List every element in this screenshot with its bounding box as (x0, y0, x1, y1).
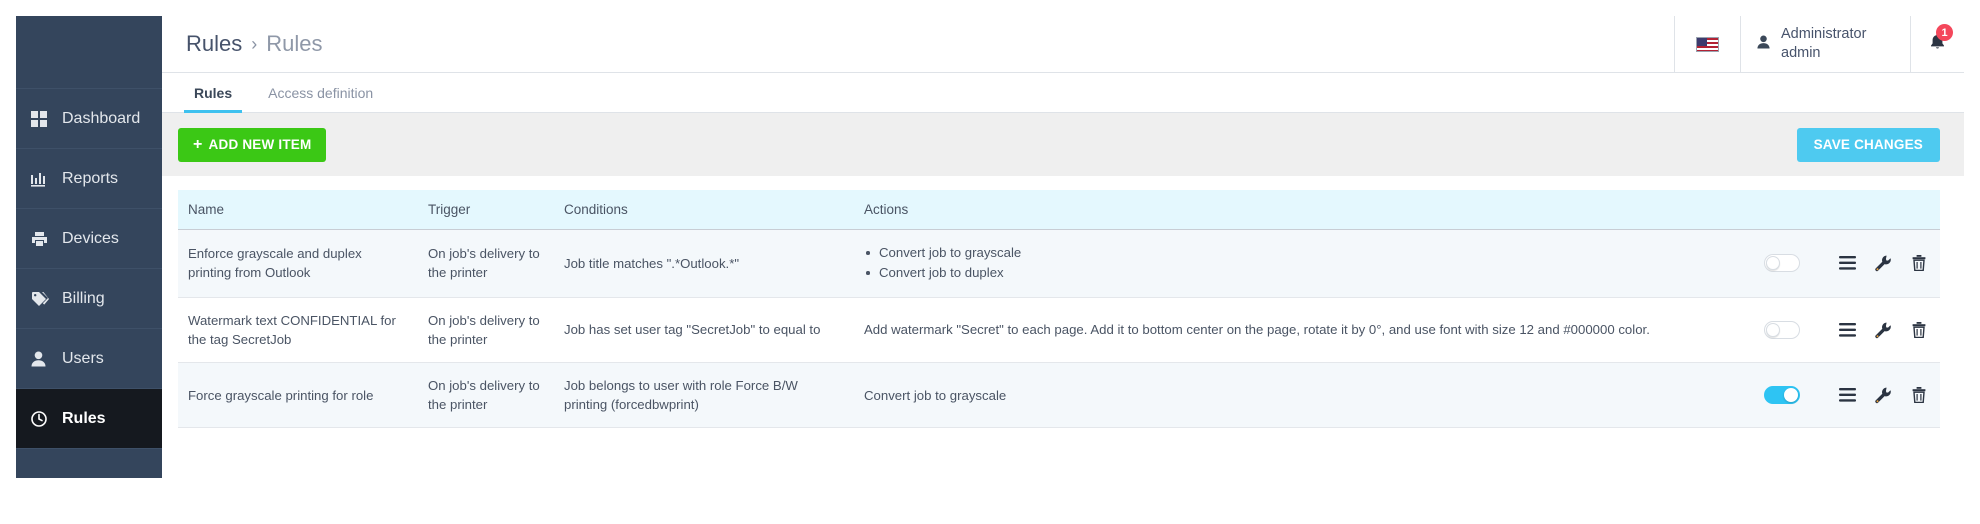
tab-rules[interactable]: Rules (176, 73, 250, 113)
chevron-right-icon: › (251, 33, 258, 54)
grid-icon (31, 110, 53, 127)
menu-icon[interactable] (1836, 252, 1858, 274)
trash-icon[interactable] (1908, 252, 1930, 274)
user-display-name: Administrator (1781, 26, 1867, 43)
sidebar: Dashboard Reports Devices Billing Users (16, 16, 162, 478)
add-new-item-button[interactable]: + ADD NEW ITEM (178, 127, 327, 162)
sidebar-item-label: Rules (62, 409, 106, 427)
table-header-row: Name Trigger Conditions Actions (178, 190, 1940, 230)
user-name: Administrator admin (1781, 25, 1866, 62)
menu-icon[interactable] (1836, 384, 1858, 406)
table-row: Watermark text CONFIDENTIAL for the tag … (178, 297, 1940, 364)
cell-name: Watermark text CONFIDENTIAL for the tag … (178, 297, 418, 364)
table-row: Force grayscale printing for role On job'… (178, 362, 1940, 429)
cell-name: Force grayscale printing for role (178, 362, 418, 429)
sidebar-item-label: Dashboard (62, 109, 141, 127)
cell-trigger: On job's delivery to the printer (418, 362, 554, 429)
sidebar-item-label: Billing (62, 289, 105, 307)
sidebar-item-dashboard[interactable]: Dashboard (16, 89, 162, 149)
clock-icon (31, 410, 53, 427)
cell-actions: Convert job to grayscale Convert job to d… (854, 229, 1734, 298)
sidebar-item-users[interactable]: Users (16, 329, 162, 389)
printer-icon (31, 231, 53, 247)
rules-table-container: Name Trigger Conditions Actions Enforce … (162, 176, 1964, 438)
notifications-button[interactable]: 1 (1910, 16, 1964, 72)
cell-conditions: Job has set user tag "SecretJob" to equa… (554, 297, 854, 364)
user-icon (31, 351, 53, 367)
add-new-item-label: ADD NEW ITEM (208, 137, 312, 152)
cell-row-controls (1734, 297, 1940, 364)
column-header-trigger[interactable]: Trigger (418, 190, 554, 230)
menu-icon[interactable] (1836, 319, 1858, 341)
action-list-item: Convert job to duplex (864, 263, 1724, 283)
bar-chart-icon (31, 171, 53, 187)
action-list: Convert job to grayscale Convert job to d… (864, 243, 1724, 284)
table-header: Name Trigger Conditions Actions (178, 190, 1940, 230)
toggle-knob (1766, 256, 1780, 271)
cell-conditions: Job title matches ".*Outlook.*" (554, 229, 854, 298)
sidebar-item-rules[interactable]: Rules (16, 389, 162, 449)
cell-name: Enforce grayscale and duplex printing fr… (178, 229, 418, 298)
notification-badge: 1 (1936, 24, 1953, 41)
plus-icon: + (193, 135, 203, 153)
rules-table: Name Trigger Conditions Actions Enforce … (178, 190, 1940, 429)
column-header-conditions[interactable]: Conditions (554, 190, 854, 230)
top-header-bar: Rules › Rules Administrator admin 1 (162, 16, 1964, 73)
table-body: Enforce grayscale and duplex printing fr… (178, 229, 1940, 429)
us-flag-icon (1696, 36, 1719, 52)
sidebar-item-label: Users (62, 349, 104, 367)
action-text: Convert job to grayscale (864, 387, 1007, 403)
sidebar-item-devices[interactable]: Devices (16, 209, 162, 269)
column-header-actions[interactable]: Actions (854, 190, 1734, 230)
user-icon (1757, 35, 1770, 54)
user-menu[interactable]: Administrator admin (1740, 16, 1910, 72)
trash-icon[interactable] (1908, 384, 1930, 406)
cell-actions: Convert job to grayscale (854, 362, 1734, 429)
wrench-icon[interactable] (1872, 252, 1894, 274)
tab-access-definition[interactable]: Access definition (250, 73, 391, 112)
sidebar-logo-area (16, 16, 162, 89)
rule-enabled-toggle[interactable] (1764, 386, 1800, 405)
user-login: admin (1781, 45, 1821, 61)
tag-icon (31, 291, 53, 307)
sidebar-item-label: Devices (62, 229, 119, 247)
cell-trigger: On job's delivery to the printer (418, 229, 554, 298)
cell-conditions: Job belongs to user with role Force B/W … (554, 362, 854, 429)
sidebar-item-label: Reports (62, 169, 119, 187)
action-toolbar: + ADD NEW ITEM SAVE CHANGES (162, 113, 1964, 176)
save-changes-button[interactable]: SAVE CHANGES (1796, 127, 1940, 162)
app-root: Dashboard Reports Devices Billing Users (0, 0, 1980, 524)
toggle-knob (1766, 323, 1780, 338)
rule-enabled-toggle[interactable] (1764, 254, 1800, 273)
column-header-controls (1734, 190, 1940, 230)
wrench-icon[interactable] (1872, 319, 1894, 341)
cell-trigger: On job's delivery to the printer (418, 297, 554, 364)
wrench-icon[interactable] (1872, 384, 1894, 406)
breadcrumb-root[interactable]: Rules (186, 31, 242, 57)
cell-row-controls (1734, 362, 1940, 429)
breadcrumb-current: Rules (266, 31, 323, 56)
action-text: Add watermark "Secret" to each page. Add… (864, 322, 1650, 338)
column-header-name[interactable]: Name (178, 190, 418, 230)
trash-icon[interactable] (1908, 319, 1930, 341)
main-panel: Rules › Rules Administrator admin 1 Rule… (162, 16, 1964, 478)
tab-bar: Rules Access definition (162, 73, 1964, 113)
toggle-knob (1784, 388, 1798, 403)
sidebar-item-reports[interactable]: Reports (16, 149, 162, 209)
table-row: Enforce grayscale and duplex printing fr… (178, 229, 1940, 298)
sidebar-item-billing[interactable]: Billing (16, 269, 162, 329)
action-list-item: Convert job to grayscale (864, 243, 1724, 263)
cell-actions: Add watermark "Secret" to each page. Add… (854, 297, 1734, 364)
breadcrumb: Rules › Rules (162, 16, 1674, 72)
rule-enabled-toggle[interactable] (1764, 321, 1800, 340)
cell-row-controls (1734, 229, 1940, 298)
language-selector[interactable] (1674, 16, 1740, 72)
